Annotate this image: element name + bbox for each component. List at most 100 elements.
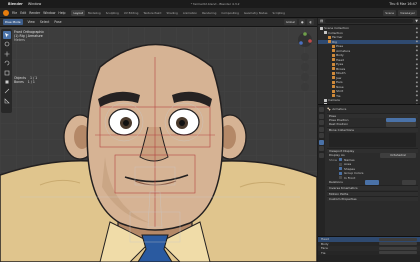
- workspace-tab-texture-paint[interactable]: Texture Paint: [141, 10, 163, 16]
- menu-edit[interactable]: Edit: [19, 11, 27, 15]
- navigation-gizmo[interactable]: [296, 31, 314, 91]
- visibility-eye-icon[interactable]: ◉: [416, 63, 418, 66]
- visibility-eye-icon[interactable]: ◉: [416, 90, 418, 93]
- viewport-menu-view[interactable]: View: [27, 20, 36, 24]
- bone-collections-list[interactable]: [329, 133, 416, 147]
- visibility-eye-icon[interactable]: ◉: [416, 76, 418, 79]
- shapes-checkbox[interactable]: [339, 167, 342, 171]
- bottom-list-panel: Head Body Face Tie: [318, 236, 420, 262]
- workspace-tab-scripting[interactable]: Scripting: [271, 10, 287, 16]
- visibility-eye-icon[interactable]: ◉: [416, 27, 418, 30]
- window-title: * farmer02.blend - Blender 4.3.2: [190, 2, 240, 6]
- bottom-list-slider[interactable]: [379, 237, 417, 241]
- outliner-item-label: Tie: [336, 93, 341, 98]
- menu-file[interactable]: File: [11, 11, 18, 15]
- axes-checkbox[interactable]: [339, 162, 342, 166]
- visibility-eye-icon[interactable]: ◉: [416, 81, 418, 84]
- section-motion-paths[interactable]: Motion Paths: [327, 190, 418, 196]
- visibility-eye-icon[interactable]: ◉: [416, 31, 418, 34]
- axes-label: Axes: [344, 162, 352, 167]
- ortho-toggle-icon: [301, 83, 309, 91]
- workspace-tab-rendering[interactable]: Rendering: [200, 10, 218, 16]
- display-as-dropdown[interactable]: Octahedral: [380, 153, 416, 158]
- blender-logo-icon[interactable]: [3, 9, 9, 16]
- shading-material-icon[interactable]: ◐: [307, 19, 314, 25]
- visibility-eye-icon[interactable]: ◉: [416, 72, 418, 75]
- output-tab-icon[interactable]: [319, 120, 324, 125]
- bottom-list-item[interactable]: Tie: [318, 250, 420, 255]
- workspace-tab-geometry-nodes[interactable]: Geometry Nodes: [242, 10, 270, 16]
- relations-field-a[interactable]: [365, 180, 380, 185]
- select-box-tool-icon[interactable]: [2, 31, 11, 39]
- viewport-canvas[interactable]: [0, 27, 317, 262]
- view-layer-selector[interactable]: ViewLayer: [398, 9, 417, 16]
- bottom-list-label: Body: [321, 241, 329, 246]
- visibility-eye-icon[interactable]: ◉: [416, 54, 418, 57]
- transform-orientation[interactable]: Global: [283, 19, 297, 25]
- bone-tab-icon[interactable]: [319, 146, 324, 151]
- measure-tool-icon[interactable]: [3, 97, 11, 105]
- bottom-list-slider[interactable]: [379, 242, 417, 246]
- object-tab-icon[interactable]: [319, 133, 324, 138]
- names-checkbox[interactable]: [339, 158, 343, 162]
- mac-menu-window[interactable]: Window: [28, 2, 41, 6]
- scene-tab-icon[interactable]: [319, 126, 324, 132]
- collection-icon: [328, 35, 331, 39]
- viewport-menu-select[interactable]: Select: [39, 20, 51, 24]
- visibility-eye-icon[interactable]: ◉: [416, 85, 418, 88]
- tool-tab-icon[interactable]: [319, 107, 324, 112]
- workspace-tab-uv-editing[interactable]: UV Editing: [122, 10, 141, 16]
- outliner-search[interactable]: [325, 18, 414, 24]
- main-menu: File Edit Render Window Help: [11, 11, 66, 15]
- viewport-menu-pose[interactable]: Pose: [53, 20, 62, 24]
- shading-solid-icon[interactable]: ●: [298, 19, 306, 25]
- render-tab-icon[interactable]: [319, 113, 324, 119]
- visibility-eye-icon[interactable]: ◉: [416, 94, 418, 97]
- visibility-eye-icon[interactable]: ◉: [416, 58, 418, 61]
- mode-selector[interactable]: Pose Mode: [3, 19, 23, 25]
- in-front-checkbox[interactable]: [339, 176, 342, 180]
- section-custom-properties[interactable]: Custom Properties: [327, 196, 418, 201]
- units: Meters: [14, 38, 25, 42]
- relations-field-b[interactable]: [402, 180, 416, 185]
- annotate-tool-icon[interactable]: [3, 87, 11, 95]
- section-bone-collections[interactable]: Bone Collections: [327, 127, 418, 132]
- move-tool-icon[interactable]: [3, 50, 11, 58]
- visibility-eye-icon[interactable]: ◉: [416, 49, 418, 52]
- menu-render[interactable]: Render: [28, 11, 41, 15]
- rest-position-toggle[interactable]: [386, 122, 416, 127]
- cursor-tool-icon[interactable]: [3, 40, 11, 48]
- workspace-tab-animation[interactable]: Animation: [181, 10, 199, 16]
- workspace-tab-compositing[interactable]: Compositing: [219, 10, 241, 16]
- visibility-eye-icon[interactable]: ◉: [416, 45, 418, 48]
- workspace-tab-sculpting[interactable]: Sculpting: [104, 10, 121, 16]
- bottom-list-slider[interactable]: [379, 246, 417, 250]
- funnel-icon[interactable]: ▼: [415, 19, 418, 23]
- group-colors-label: Group Colors: [344, 171, 364, 176]
- constraint-tab-icon[interactable]: [319, 152, 324, 158]
- visibility-eye-icon[interactable]: ◉: [416, 40, 418, 43]
- section-inverse-kinematics[interactable]: Inverse Kinematics: [327, 185, 418, 190]
- workspace-tab-layout[interactable]: Layout: [71, 9, 85, 16]
- transform-tool-icon[interactable]: [3, 78, 11, 86]
- visibility-eye-icon[interactable]: ◉: [416, 99, 418, 102]
- menu-help[interactable]: Help: [57, 11, 66, 15]
- scene-selector[interactable]: Scene: [383, 9, 397, 16]
- workspace-tab-shading[interactable]: Shading: [164, 10, 179, 16]
- workspace-tab-modeling[interactable]: Modeling: [86, 10, 103, 16]
- visibility-eye-icon[interactable]: ◉: [416, 36, 418, 39]
- armature-tab-icon[interactable]: [319, 139, 324, 145]
- clock: Thu 6 Mar 16:47: [389, 2, 417, 6]
- macos-menu-bar: Blender Window * farmer02.blend - Blende…: [0, 0, 420, 8]
- collection-icon: [332, 80, 335, 84]
- 3d-viewport[interactable]: [0, 27, 317, 262]
- group-colors-checkbox[interactable]: [339, 171, 342, 175]
- visibility-eye-icon[interactable]: ◉: [416, 67, 418, 70]
- outliner-item-label: Nose: [336, 84, 344, 89]
- scale-tool-icon[interactable]: [3, 69, 11, 77]
- bottom-list-slider[interactable]: [379, 251, 417, 255]
- app-name[interactable]: Blender: [8, 2, 23, 6]
- outliner-filter-icon[interactable]: ▤: [320, 19, 323, 23]
- rotate-tool-icon[interactable]: [3, 59, 11, 67]
- menu-window[interactable]: Window: [42, 11, 56, 15]
